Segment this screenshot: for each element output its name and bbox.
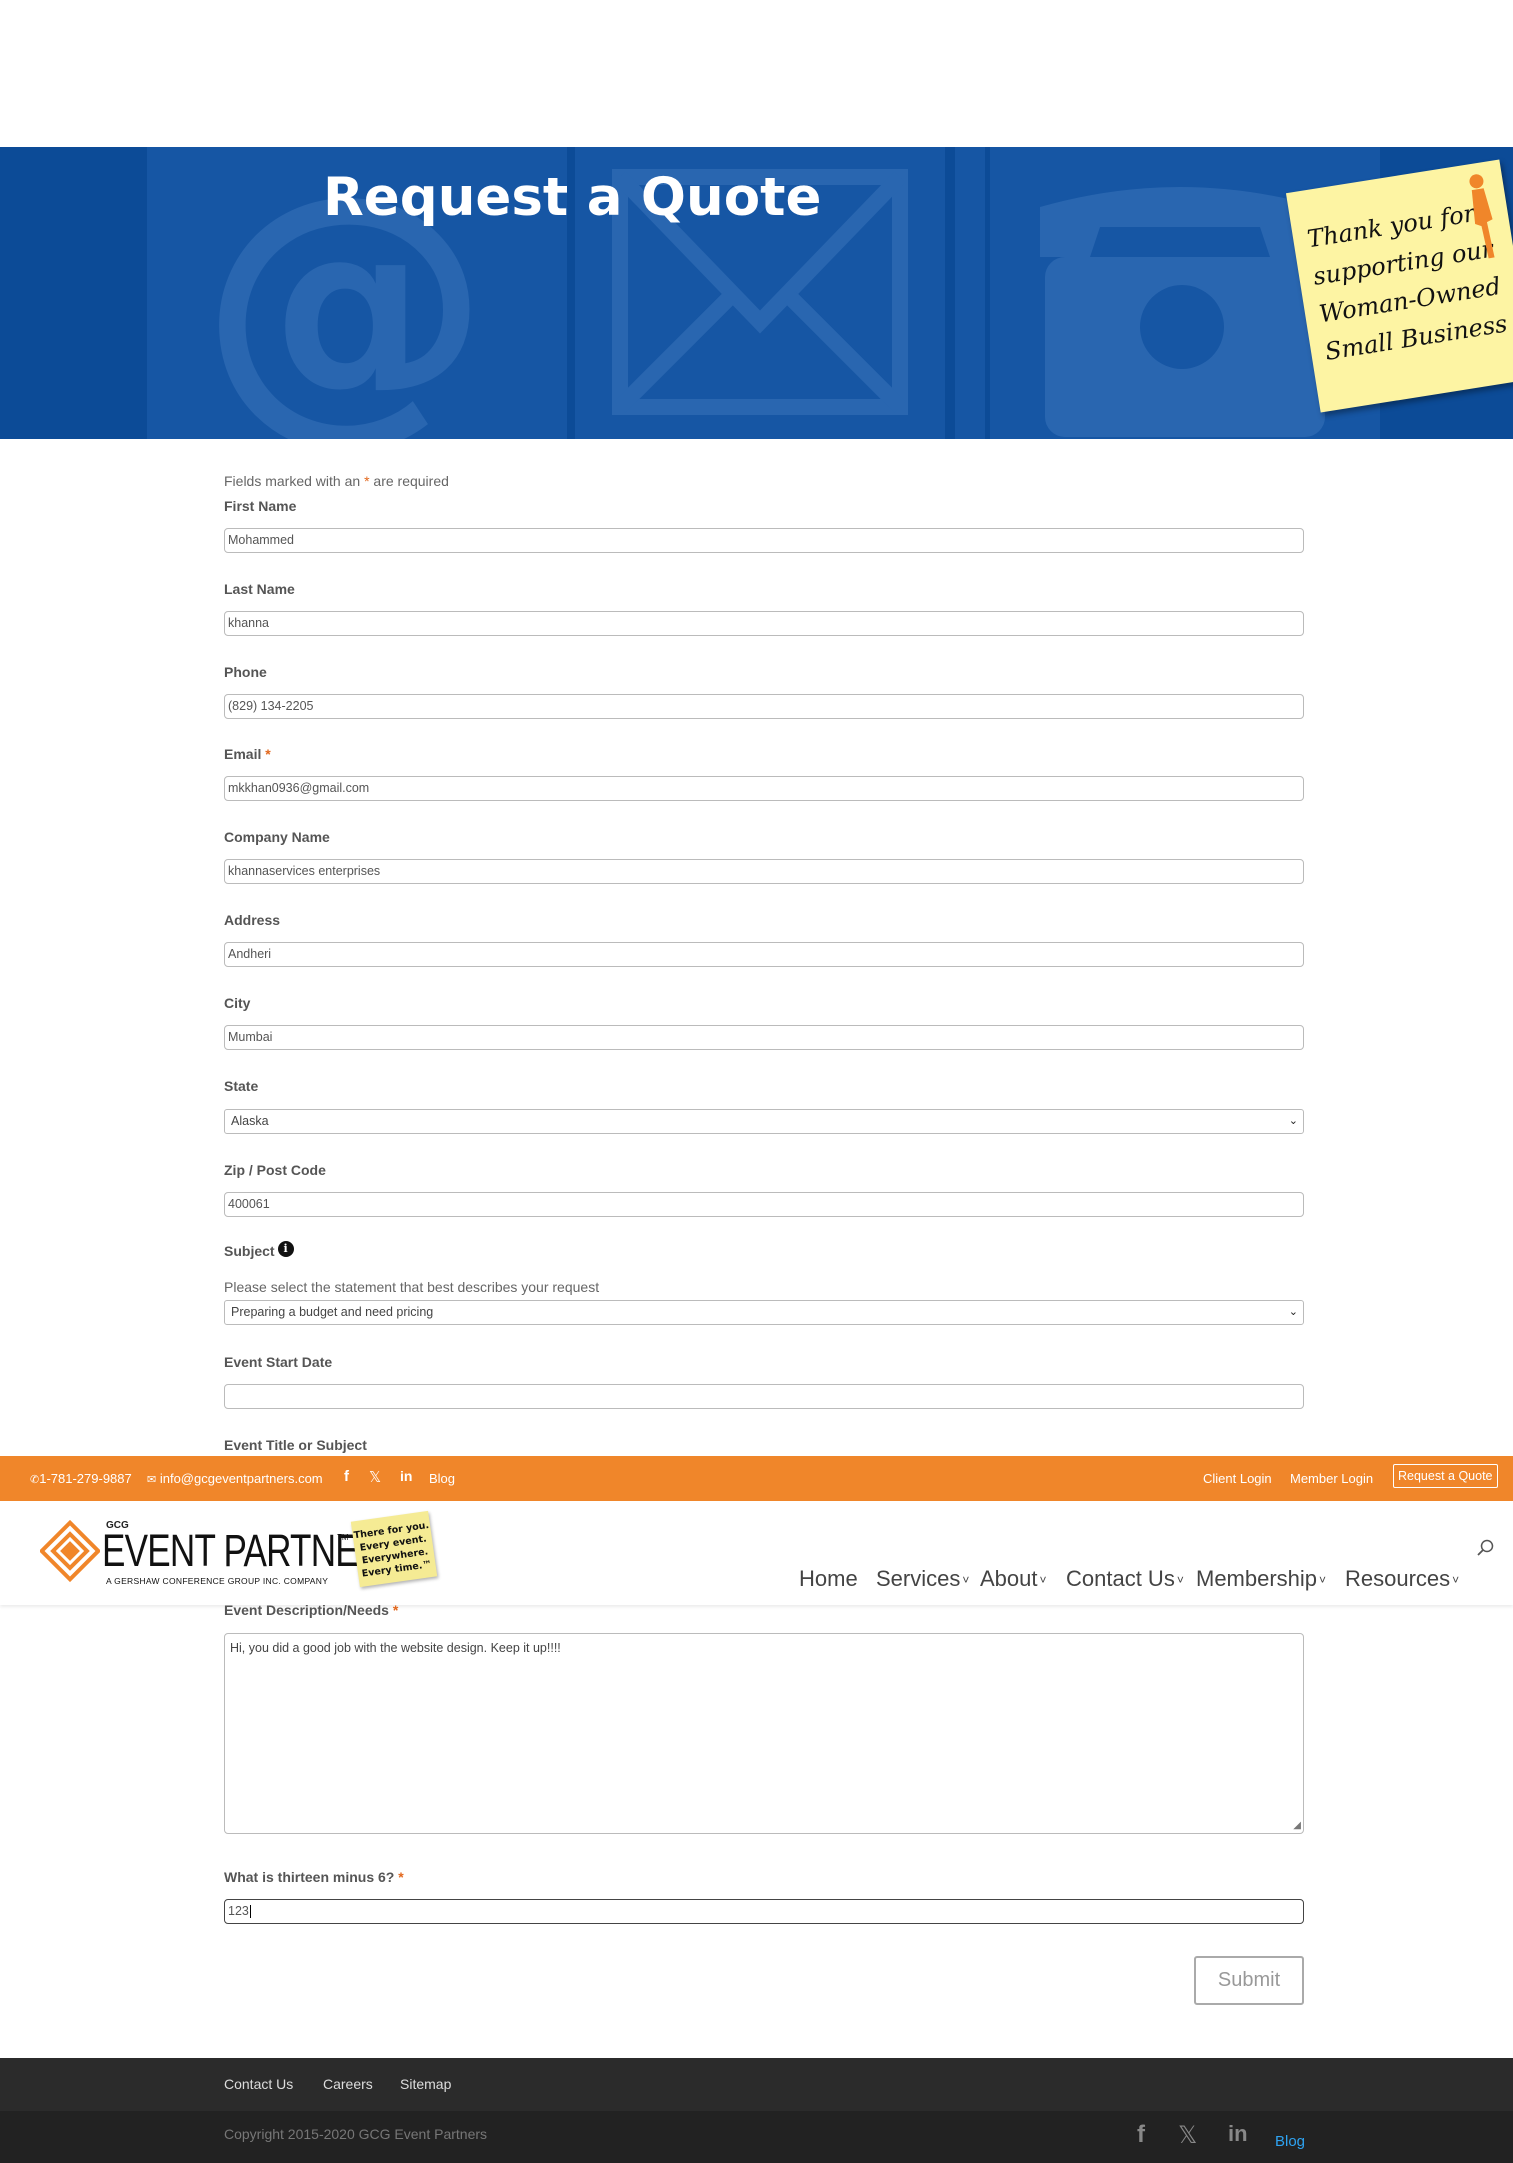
subject-label: Subject i	[224, 1241, 294, 1259]
address-label: Address	[224, 912, 281, 928]
address-input[interactable]: Andheri	[224, 942, 1304, 967]
nav-about[interactable]: About ˅	[980, 1566, 1047, 1592]
required-note: Fields marked with an * are required	[224, 473, 449, 489]
phone-label: Phone	[224, 664, 267, 680]
zip-input[interactable]: 400061	[224, 1192, 1304, 1217]
subject-help-text: Please select the statement that best de…	[224, 1279, 600, 1295]
envelope-icon: ✉	[147, 1474, 157, 1486]
nav-home[interactable]: Home	[799, 1566, 858, 1592]
chevron-down-icon: ˅	[1176, 1573, 1184, 1588]
chevron-down-icon: ˅	[962, 1573, 970, 1588]
topbar-blog-link[interactable]: Blog	[429, 1471, 455, 1486]
nav-membership[interactable]: Membership ˅	[1196, 1566, 1326, 1592]
event-partners-logo[interactable]: GCG EVENT PARTNERS TM A GERSHAW CONFEREN…	[38, 1517, 406, 1592]
event-start-date-label: Event Start Date	[224, 1354, 333, 1370]
event-start-date-input[interactable]	[224, 1384, 1304, 1409]
page-title: Request a Quote	[323, 167, 822, 228]
state-select[interactable]: Alaska ⌄	[224, 1109, 1304, 1134]
request-quote-link[interactable]: Request a Quote	[1393, 1464, 1498, 1488]
city-input[interactable]: Mumbai	[224, 1025, 1304, 1050]
footer-link-careers[interactable]: Careers	[323, 2076, 373, 2092]
search-icon[interactable]	[1477, 1539, 1495, 1557]
company-name-label: Company Name	[224, 829, 330, 845]
nav-resources[interactable]: Resources ˅	[1345, 1566, 1459, 1592]
chevron-down-icon: ⌄	[1288, 1306, 1298, 1318]
woman-owned-sticky-note: Thank you for supporting our Woman-Owned…	[1285, 159, 1513, 413]
phone-link[interactable]: ✆1-781-279-9887	[30, 1471, 132, 1486]
subject-select[interactable]: Preparing a budget and need pricing ⌄	[224, 1300, 1304, 1325]
footer-links-bar: Contact Us Careers Sitemap	[0, 2058, 1513, 2111]
chevron-down-icon: ˅	[1452, 1573, 1460, 1588]
logo-tagline: A GERSHAW CONFERENCE GROUP INC. COMPANY	[106, 1576, 329, 1586]
site-header: GCG EVENT PARTNERS TM A GERSHAW CONFEREN…	[0, 1501, 1513, 1605]
member-login-link[interactable]: Member Login	[1290, 1471, 1373, 1486]
client-login-link[interactable]: Client Login	[1203, 1471, 1272, 1486]
chevron-down-icon: ˅	[1039, 1573, 1047, 1588]
text-caret	[249, 1905, 251, 1919]
info-icon[interactable]: i	[277, 1241, 294, 1257]
logo-tm: TM	[337, 1533, 349, 1542]
event-description-label: Event Description/Needs *	[224, 1602, 399, 1618]
hero-banner: @ Request a Quote	[0, 147, 1513, 439]
facebook-icon[interactable]: f	[1137, 2121, 1145, 2149]
first-name-label: First Name	[224, 498, 297, 514]
company-name-input[interactable]: khannaservices enterprises	[224, 859, 1304, 884]
resize-handle-icon[interactable]: ◢	[1293, 1820, 1301, 1831]
last-name-input[interactable]: khanna	[224, 611, 1304, 636]
city-label: City	[224, 995, 251, 1011]
linkedin-icon[interactable]: in	[400, 1468, 412, 1484]
email-label: Email *	[224, 746, 271, 762]
footer-bottom-bar: Copyright 2015-2020 GCG Event Partners f…	[0, 2111, 1513, 2163]
state-label: State	[224, 1078, 259, 1094]
captcha-label: What is thirteen minus 6? *	[224, 1869, 404, 1885]
phone-icon: ✆	[30, 1474, 40, 1486]
first-name-input[interactable]: Mohammed	[224, 528, 1304, 553]
x-twitter-icon[interactable]: 𝕏	[1178, 2121, 1197, 2150]
email-link[interactable]: ✉ info@gcgeventpartners.com	[147, 1471, 323, 1486]
zip-label: Zip / Post Code	[224, 1162, 326, 1178]
top-bar: ✆1-781-279-9887 ✉ info@gcgeventpartners.…	[0, 1456, 1513, 1501]
subject-selected-value: Preparing a budget and need pricing	[231, 1305, 434, 1319]
event-description-value: Hi, you did a good job with the website …	[230, 1641, 561, 1655]
chevron-down-icon: ⌄	[1288, 1115, 1298, 1127]
nav-contact-us[interactable]: Contact Us ˅	[1066, 1566, 1184, 1592]
copyright-text: Copyright 2015-2020 GCG Event Partners	[224, 2126, 488, 2142]
linkedin-icon[interactable]: in	[1228, 2121, 1248, 2147]
x-twitter-icon[interactable]: 𝕏	[369, 1468, 381, 1486]
submit-button[interactable]: Submit	[1194, 1956, 1304, 2005]
chevron-down-icon: ˅	[1319, 1573, 1327, 1588]
diamond-logo-icon	[38, 1519, 102, 1583]
last-name-label: Last Name	[224, 581, 295, 597]
nav-services[interactable]: Services ˅	[876, 1566, 969, 1592]
state-selected-value: Alaska	[231, 1114, 269, 1128]
footer-link-contact-us[interactable]: Contact Us	[224, 2076, 293, 2092]
email-input[interactable]: mkkhan0936@gmail.com	[224, 776, 1304, 801]
facebook-icon[interactable]: f	[344, 1468, 349, 1485]
tagline-sticky-note: There for you. Every event. Everywhere. …	[350, 1510, 438, 1588]
footer-blog-link[interactable]: Blog	[1275, 2133, 1305, 2150]
captcha-input[interactable]: 123	[224, 1899, 1304, 1924]
event-title-label: Event Title or Subject	[224, 1437, 367, 1453]
captcha-value: 123	[228, 1904, 249, 1918]
event-description-textarea[interactable]: Hi, you did a good job with the website …	[224, 1633, 1304, 1834]
phone-input[interactable]: (829) 134-2205	[224, 694, 1304, 719]
footer-link-sitemap[interactable]: Sitemap	[400, 2076, 451, 2092]
